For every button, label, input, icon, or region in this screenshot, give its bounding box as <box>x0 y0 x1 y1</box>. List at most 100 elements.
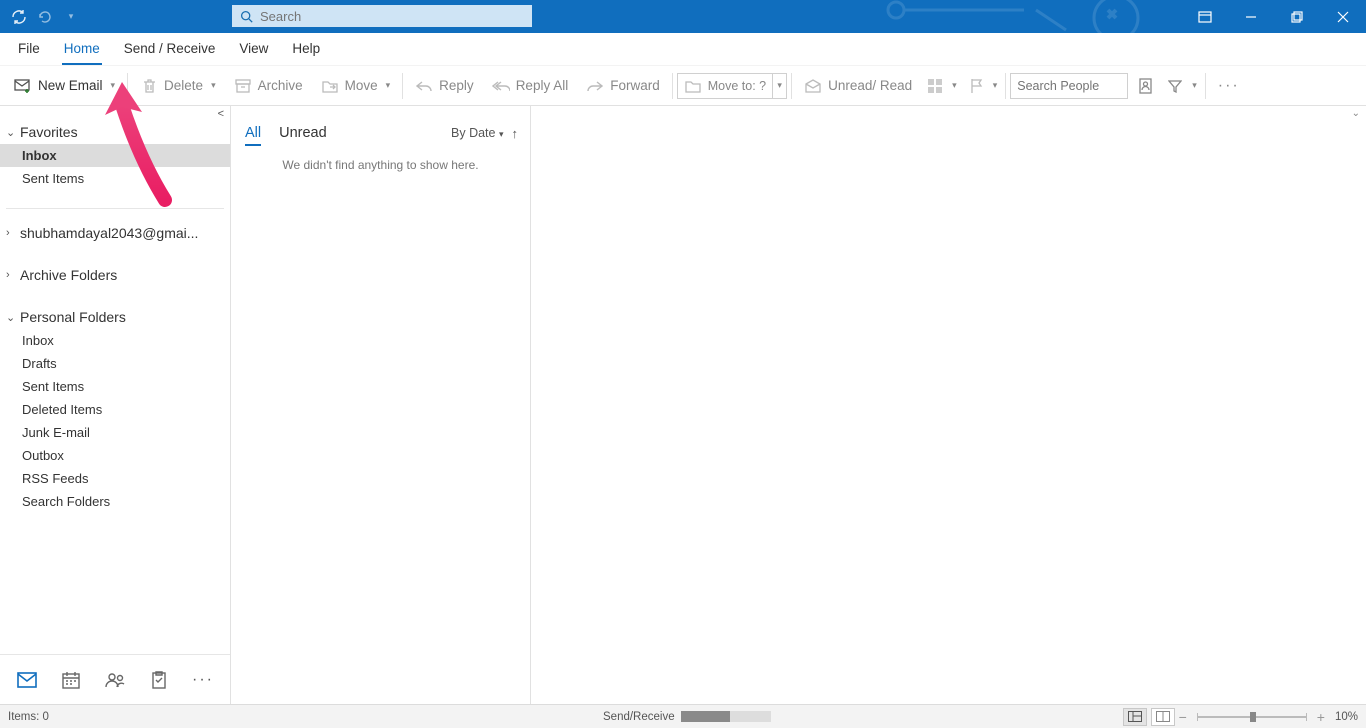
chevron-down-icon[interactable]: ▾ <box>952 80 957 91</box>
chevron-down-icon[interactable]: ▾ <box>211 80 216 91</box>
tab-send-receive[interactable]: Send / Receive <box>112 32 228 65</box>
search-people-input[interactable] <box>1010 73 1128 99</box>
send-receive-label: Send/Receive <box>603 711 675 723</box>
reply-button[interactable]: Reply <box>407 71 482 101</box>
folder-move-icon <box>684 77 702 95</box>
people-icon[interactable] <box>104 669 126 691</box>
search-box[interactable] <box>232 5 532 27</box>
chevron-down-icon: ⌄ <box>6 126 18 139</box>
unread-read-button[interactable]: Unread/ Read <box>796 71 920 101</box>
forward-button[interactable]: Forward <box>578 71 668 101</box>
new-email-button[interactable]: New Email ▾ <box>6 71 123 101</box>
folder-inbox[interactable]: Inbox <box>0 144 230 167</box>
more-options-button[interactable]: ··· <box>1210 71 1248 101</box>
ribbon-collapse-icon[interactable]: ⌄ <box>1352 108 1360 119</box>
address-book-icon <box>1136 77 1154 95</box>
message-list-pane: All Unread By Date ▾ ↑ We didn't find an… <box>231 106 531 704</box>
tab-home[interactable]: Home <box>52 32 112 65</box>
collapse-pane-icon[interactable]: < <box>218 108 224 120</box>
filter-button[interactable]: ▾ <box>1162 71 1201 101</box>
move-icon <box>321 77 339 95</box>
qat-dropdown-icon[interactable]: ▾ <box>62 8 80 26</box>
folder-sent-items[interactable]: Sent Items <box>0 375 230 398</box>
mail-icon[interactable] <box>16 669 38 691</box>
chevron-down-icon[interactable]: ▾ <box>993 80 998 91</box>
chevron-down-icon[interactable]: ▾ <box>1192 80 1197 91</box>
tab-view[interactable]: View <box>227 32 280 65</box>
folder-search[interactable]: Search Folders <box>0 490 230 513</box>
trash-icon <box>140 77 158 95</box>
archive-button[interactable]: Archive <box>226 71 311 101</box>
reply-all-button[interactable]: Reply All <box>484 71 577 101</box>
title-bar: ▾ <box>0 0 1366 33</box>
search-input[interactable] <box>260 5 532 27</box>
chevron-down-icon[interactable]: ▾ <box>386 80 391 91</box>
forward-icon <box>586 77 604 95</box>
sync-icon[interactable] <box>10 8 28 26</box>
move-button[interactable]: Move ▾ <box>313 71 399 101</box>
folder-outbox[interactable]: Outbox <box>0 444 230 467</box>
address-book-button[interactable] <box>1130 71 1160 101</box>
items-count: Items: 0 <box>8 711 49 723</box>
categorize-button[interactable]: ▾ <box>922 71 961 101</box>
personal-folders-header[interactable]: ⌄ Personal Folders <box>0 305 230 329</box>
ellipsis-icon: ··· <box>1218 77 1240 95</box>
envelope-open-icon <box>804 77 822 95</box>
search-icon <box>232 10 260 23</box>
new-email-label: New Email <box>38 78 103 93</box>
folder-sent-items[interactable]: Sent Items <box>0 167 230 190</box>
separator <box>672 73 673 99</box>
categories-icon <box>926 77 944 95</box>
new-email-icon <box>14 77 32 95</box>
folder-rss[interactable]: RSS Feeds <box>0 467 230 490</box>
account-header[interactable]: › shubhamdayal2043@gmai... <box>0 221 230 245</box>
minimize-button[interactable] <box>1228 0 1274 33</box>
ribbon: New Email ▾ Delete ▾ Archive Move ▾ Repl… <box>0 66 1366 106</box>
chevron-right-icon: › <box>6 227 18 239</box>
chevron-right-icon: › <box>6 269 18 281</box>
separator <box>1205 73 1206 99</box>
sort-direction-icon[interactable]: ↑ <box>512 126 519 141</box>
filter-icon <box>1166 77 1184 95</box>
tab-file[interactable]: File <box>6 32 52 65</box>
calendar-icon[interactable] <box>60 669 82 691</box>
folder-drafts[interactable]: Drafts <box>0 352 230 375</box>
folder-pane: < ⌄ Favorites Inbox Sent Items › shubham… <box>0 106 231 704</box>
folder-deleted-items[interactable]: Deleted Items <box>0 398 230 421</box>
reply-icon <box>415 77 433 95</box>
view-reading-icon[interactable] <box>1151 708 1175 726</box>
folder-junk[interactable]: Junk E-mail <box>0 421 230 444</box>
zoom-out-button[interactable]: − <box>1179 709 1187 725</box>
ribbon-display-icon[interactable] <box>1182 0 1228 33</box>
undo-icon[interactable] <box>36 8 54 26</box>
follow-up-button[interactable]: ▾ <box>963 71 1002 101</box>
folder-inbox[interactable]: Inbox <box>0 329 230 352</box>
separator <box>402 73 403 99</box>
zoom-slider[interactable] <box>1197 716 1307 718</box>
chevron-down-icon[interactable]: ▾ <box>773 73 787 99</box>
maximize-button[interactable] <box>1274 0 1320 33</box>
filter-unread-tab[interactable]: Unread <box>279 125 327 141</box>
header-decoration <box>876 0 1196 50</box>
view-normal-icon[interactable] <box>1123 708 1147 726</box>
archive-folders-header[interactable]: › Archive Folders <box>0 263 230 287</box>
zoom-level[interactable]: 10% <box>1335 711 1358 723</box>
filter-all-tab[interactable]: All <box>245 125 261 141</box>
separator <box>791 73 792 99</box>
archive-icon <box>234 77 252 95</box>
tab-help[interactable]: Help <box>280 32 332 65</box>
tasks-icon[interactable] <box>148 669 170 691</box>
chevron-down-icon: ⌄ <box>6 311 18 324</box>
zoom-in-button[interactable]: + <box>1317 709 1325 725</box>
move-to-group[interactable]: Move to: ? ▾ <box>677 73 787 99</box>
progress-bar <box>681 711 771 722</box>
separator <box>127 73 128 99</box>
nav-switcher: ··· <box>0 654 230 704</box>
more-icon[interactable]: ··· <box>192 669 214 691</box>
close-button[interactable] <box>1320 0 1366 33</box>
delete-button[interactable]: Delete ▾ <box>132 71 224 101</box>
favorites-header[interactable]: ⌄ Favorites <box>0 120 230 144</box>
sort-button[interactable]: By Date ▾ <box>451 126 503 140</box>
chevron-down-icon[interactable]: ▾ <box>111 80 116 91</box>
reading-pane <box>531 106 1366 704</box>
